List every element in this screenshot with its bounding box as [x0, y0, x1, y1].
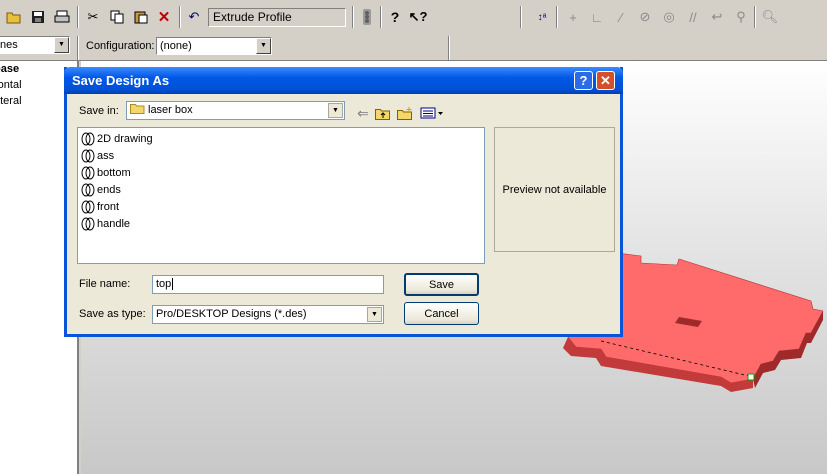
new-folder-icon[interactable] — [395, 103, 415, 123]
toolbar-separator — [77, 6, 79, 28]
perpendicular-icon[interactable]: ∟ — [587, 7, 607, 27]
cancel-button[interactable]: Cancel — [404, 302, 479, 325]
file-name-label: File name: — [79, 278, 131, 290]
file-name: ass — [97, 150, 115, 162]
file-name: 2D drawing — [97, 133, 153, 145]
delete-icon[interactable]: ✕ — [154, 7, 174, 27]
save-as-type-label: Save as type: — [79, 308, 146, 320]
save-as-type-combo[interactable]: Pro/DESKTOP Designs (*.des) ▼ — [152, 305, 384, 324]
save-as-type-value: Pro/DESKTOP Designs (*.des) — [156, 308, 307, 320]
design-file-icon — [81, 132, 95, 146]
design-file-icon — [81, 217, 95, 231]
dialog-close-button[interactable]: ✕ — [596, 71, 615, 90]
cut-icon[interactable]: ✂ — [83, 7, 103, 27]
workplane-combo-value: nes — [0, 39, 18, 51]
toolbar-separator — [380, 6, 382, 28]
file-name-input[interactable]: top — [152, 275, 384, 294]
toolbar-separator — [754, 6, 756, 28]
save-design-dialog: Save Design As ? ✕ Save in: laser box ▼ … — [64, 67, 623, 337]
list-item[interactable]: ass — [81, 148, 114, 164]
list-item[interactable]: handle — [81, 216, 130, 232]
constraint-icon[interactable]: ↕ᵃ — [532, 7, 552, 27]
selection-handle[interactable] — [747, 373, 755, 381]
print-icon[interactable] — [52, 7, 72, 27]
undo-icon[interactable]: ↶ — [184, 7, 204, 27]
preview-text: Preview not available — [502, 183, 607, 196]
parallel-icon[interactable]: // — [683, 7, 703, 27]
tree-item[interactable]: ateral — [0, 95, 22, 107]
list-item[interactable]: front — [81, 199, 119, 215]
save-in-label: Save in: — [79, 105, 119, 117]
open-icon[interactable] — [4, 7, 24, 27]
chevron-down-icon[interactable]: ▼ — [367, 307, 382, 322]
design-file-icon — [81, 200, 95, 214]
line-icon[interactable]: ∕ — [611, 7, 631, 27]
configuration-bar: nes ▼ Configuration: (none) ▼ — [0, 36, 827, 61]
up-folder-icon[interactable] — [373, 103, 393, 123]
file-name-value: top — [156, 278, 172, 290]
cancel-button-label: Cancel — [424, 307, 459, 320]
design-file-icon — [81, 149, 95, 163]
configuration-combo-value: (none) — [160, 40, 192, 52]
list-item[interactable]: ends — [81, 182, 121, 198]
save-button[interactable]: Save — [404, 273, 479, 296]
link-icon[interactable]: ⚲ — [731, 7, 751, 27]
copy-icon[interactable] — [107, 7, 127, 27]
save-icon[interactable] — [28, 7, 48, 27]
help-icon[interactable]: ? — [385, 7, 405, 27]
tree-item[interactable]: rontal — [0, 79, 22, 91]
save-in-combo[interactable]: laser box ▼ — [126, 101, 345, 120]
file-name: bottom — [97, 167, 131, 179]
chevron-down-icon[interactable]: ▼ — [54, 37, 69, 53]
chevron-down-icon[interactable]: ▼ — [256, 38, 271, 54]
dialog-title: Save Design As — [72, 73, 170, 88]
paste-icon[interactable] — [131, 7, 151, 27]
point-icon[interactable]: + — [563, 7, 583, 27]
workplane-combo[interactable]: nes ▼ — [0, 36, 70, 54]
back-icon[interactable]: ⇐ — [353, 103, 373, 123]
view-menu-icon[interactable] — [419, 103, 445, 123]
folder-icon — [130, 104, 145, 114]
preview-pane: Preview not available — [494, 127, 615, 252]
toolbar-separator — [77, 36, 79, 60]
design-file-icon — [81, 166, 95, 180]
toolbar-separator — [520, 6, 522, 28]
file-name: ends — [97, 184, 121, 196]
design-file-icon — [81, 183, 95, 197]
chevron-down-icon[interactable]: ▼ — [328, 103, 343, 118]
dialog-help-button[interactable]: ? — [574, 71, 593, 90]
last-command-box: Extrude Profile — [208, 8, 346, 27]
angle-icon[interactable]: ↩ — [707, 7, 727, 27]
toolbar-separator — [179, 6, 181, 28]
save-button-label: Save — [428, 278, 455, 291]
list-item[interactable]: 2D drawing — [81, 131, 153, 147]
file-name: front — [97, 201, 120, 213]
text-cursor — [172, 278, 174, 290]
list-item[interactable]: bottom — [81, 165, 131, 181]
context-help-icon[interactable]: ↖? — [408, 7, 428, 27]
dialog-title-bar[interactable]: Save Design As ? ✕ — [64, 67, 623, 94]
file-name: handle — [97, 218, 131, 230]
concentric-icon[interactable]: ◎ — [659, 7, 679, 27]
tangent-icon[interactable]: ⊘ — [635, 7, 655, 27]
configuration-label: Configuration: — [86, 40, 155, 52]
toolbar-separator — [556, 6, 558, 28]
configuration-combo[interactable]: (none) ▼ — [156, 37, 272, 55]
toolbar-separator — [448, 36, 450, 60]
toolbar-separator — [352, 6, 354, 28]
traffic-light-icon[interactable] — [357, 7, 377, 27]
main-toolbar: ✂ ✕ ↶ Extrude Profile ? ↖? ↕ᵃ + ∟ ∕ ⊘ ◎ … — [0, 0, 827, 37]
zoom-icon[interactable]: 🔍︎ — [760, 7, 780, 27]
file-list[interactable]: 2D drawing ass bottom ends front handle — [77, 127, 485, 264]
tree-item[interactable]: base — [0, 63, 19, 75]
save-in-value: laser box — [148, 104, 193, 116]
